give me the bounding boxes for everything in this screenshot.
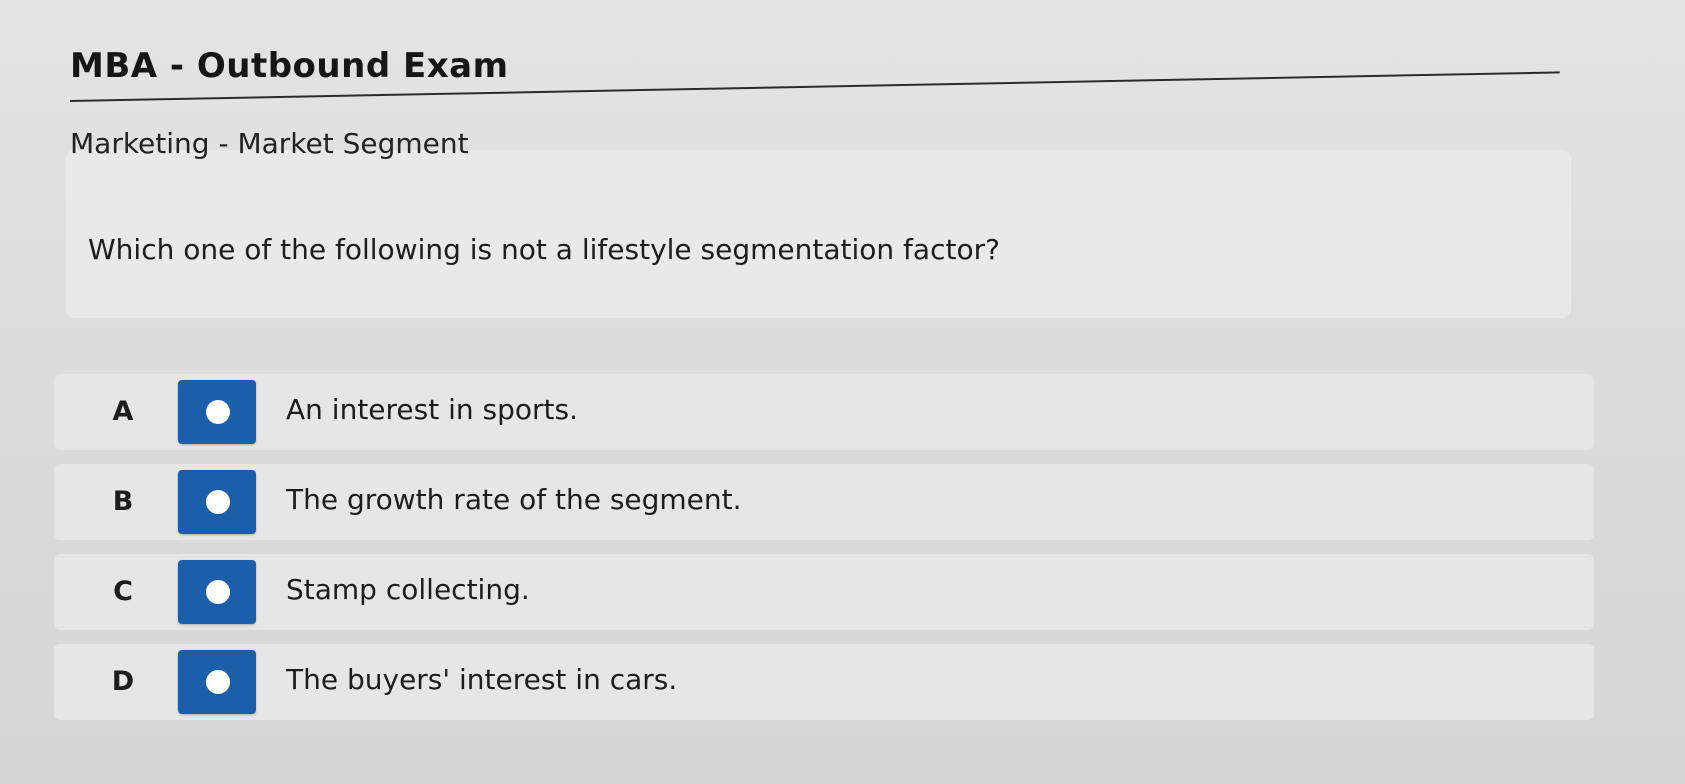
radio-dot-icon <box>206 400 230 424</box>
option-letter: C <box>113 576 133 607</box>
section-title: Marketing - Market Segment <box>70 127 469 160</box>
answer-options: A An interest in sports. B The growth ra… <box>54 374 1594 734</box>
radio-dot-icon <box>206 670 230 694</box>
option-text[interactable]: The growth rate of the segment. <box>286 482 742 518</box>
option-letter: B <box>112 486 134 517</box>
option-b[interactable]: B The growth rate of the segment. <box>54 464 1594 540</box>
radio-dot-icon <box>206 580 230 604</box>
option-text[interactable]: Stamp collecting. <box>286 572 530 608</box>
question-text: Which one of the following is not a life… <box>88 233 1000 266</box>
radio-dot-icon <box>206 490 230 514</box>
option-letter: A <box>112 396 134 427</box>
exam-title: MBA - Outbound Exam <box>70 46 509 86</box>
option-c[interactable]: C Stamp collecting. <box>54 554 1594 630</box>
option-text[interactable]: An interest in sports. <box>286 392 578 428</box>
exam-screen: MBA - Outbound Exam Which one of the fol… <box>0 0 1685 784</box>
radio-button-c[interactable] <box>178 560 256 624</box>
question-panel: Which one of the following is not a life… <box>66 150 1571 318</box>
option-d[interactable]: D The buyers' interest in cars. <box>54 644 1594 720</box>
radio-button-b[interactable] <box>178 470 256 534</box>
option-text[interactable]: The buyers' interest in cars. <box>286 662 677 698</box>
option-a[interactable]: A An interest in sports. <box>54 374 1594 450</box>
radio-button-a[interactable] <box>178 380 256 444</box>
radio-button-d[interactable] <box>178 650 256 714</box>
exam-header: MBA - Outbound Exam <box>70 44 1560 106</box>
option-letter: D <box>111 666 135 697</box>
